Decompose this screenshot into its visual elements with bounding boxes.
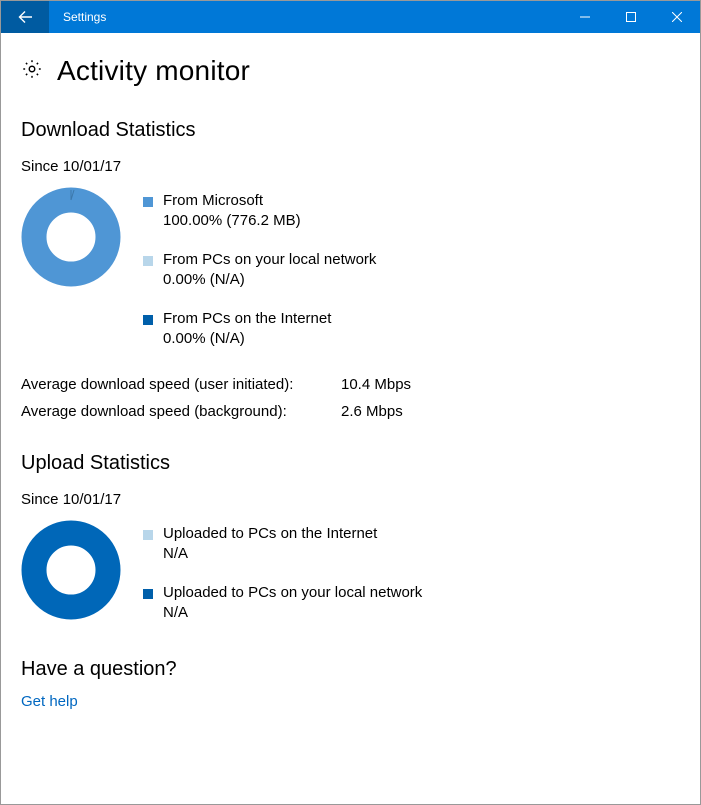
app-title: Settings (63, 10, 106, 24)
stat-value: 10.4 Mbps (341, 376, 411, 393)
legend-item: From PCs on the Internet 0.00% (N/A) (143, 309, 376, 348)
download-section-title: Download Statistics (21, 119, 680, 142)
upload-legend: Uploaded to PCs on the Internet N/A Uplo… (143, 520, 422, 622)
maximize-icon (626, 12, 636, 22)
maximize-button[interactable] (608, 1, 654, 33)
upload-donut-chart (21, 520, 121, 620)
window-controls (562, 1, 700, 33)
minimize-button[interactable] (562, 1, 608, 33)
swatch (143, 315, 153, 325)
legend-label: From Microsoft (163, 191, 301, 211)
download-legend: From Microsoft 100.00% (776.2 MB) From P… (143, 187, 376, 348)
legend-value: N/A (163, 603, 422, 623)
legend-item: From Microsoft 100.00% (776.2 MB) (143, 191, 376, 230)
page-title: Activity monitor (57, 55, 250, 87)
swatch (143, 530, 153, 540)
legend-text: From PCs on the Internet 0.00% (N/A) (163, 309, 331, 348)
download-since: Since 10/01/17 (21, 158, 680, 175)
legend-item: Uploaded to PCs on the Internet N/A (143, 524, 422, 563)
download-donut-chart (21, 187, 121, 287)
legend-label: Uploaded to PCs on your local network (163, 583, 422, 603)
stat-label: Average download speed (user initiated): (21, 376, 341, 393)
download-speed-user: Average download speed (user initiated):… (21, 376, 680, 393)
content: Activity monitor Download Statistics Sin… (1, 33, 700, 730)
upload-chart-row: Uploaded to PCs on the Internet N/A Uplo… (21, 520, 680, 622)
upload-since: Since 10/01/17 (21, 491, 680, 508)
swatch (143, 197, 153, 207)
legend-value: 100.00% (776.2 MB) (163, 211, 301, 231)
legend-value: N/A (163, 544, 377, 564)
minimize-icon (580, 12, 590, 22)
legend-value: 0.00% (N/A) (163, 270, 376, 290)
legend-text: Uploaded to PCs on the Internet N/A (163, 524, 377, 563)
arrow-left-icon (17, 9, 33, 25)
close-icon (672, 12, 682, 22)
legend-label: From PCs on the Internet (163, 309, 331, 329)
legend-value: 0.00% (N/A) (163, 329, 331, 349)
download-chart-row: From Microsoft 100.00% (776.2 MB) From P… (21, 187, 680, 348)
help-section-title: Have a question? (21, 658, 680, 681)
close-button[interactable] (654, 1, 700, 33)
titlebar: Settings (1, 1, 700, 33)
back-button[interactable] (1, 1, 49, 33)
legend-item: From PCs on your local network 0.00% (N/… (143, 250, 376, 289)
page-header: Activity monitor (21, 55, 680, 87)
swatch (143, 589, 153, 599)
swatch (143, 256, 153, 266)
legend-text: From PCs on your local network 0.00% (N/… (163, 250, 376, 289)
gear-icon (21, 58, 43, 85)
stat-value: 2.6 Mbps (341, 403, 403, 420)
legend-item: Uploaded to PCs on your local network N/… (143, 583, 422, 622)
get-help-link[interactable]: Get help (21, 693, 680, 710)
stat-label: Average download speed (background): (21, 403, 341, 420)
upload-section-title: Upload Statistics (21, 452, 680, 475)
legend-label: Uploaded to PCs on the Internet (163, 524, 377, 544)
download-speed-background: Average download speed (background): 2.6… (21, 403, 680, 420)
legend-label: From PCs on your local network (163, 250, 376, 270)
legend-text: From Microsoft 100.00% (776.2 MB) (163, 191, 301, 230)
legend-text: Uploaded to PCs on your local network N/… (163, 583, 422, 622)
